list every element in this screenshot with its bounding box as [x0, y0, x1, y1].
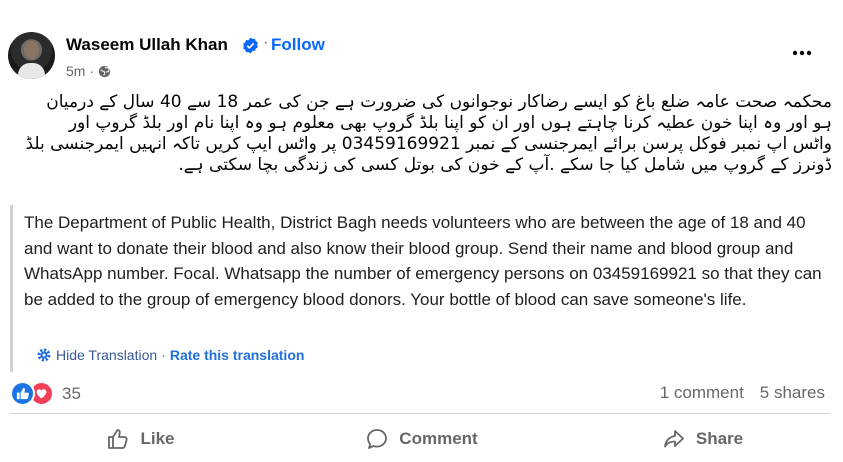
share-label: Share	[695, 429, 744, 448]
reaction-count[interactable]: 35	[62, 384, 81, 404]
like-button[interactable]: Like	[0, 420, 281, 458]
urdu-line: محکمہ صحت عامہ ضلع باغ کو ایسے رضاکار نو…	[46, 92, 832, 112]
divider	[10, 413, 830, 414]
post-text-urdu: محکمہ صحت عامہ ضلع باغ کو ایسے رضاکار نو…	[14, 92, 832, 176]
urdu-line: ہو اور وہ اپنا خون عطیہ کرنا چاہتے ہوں ا…	[68, 113, 832, 133]
post-stats: 1 comment 5 shares	[660, 383, 825, 403]
author-avatar[interactable]	[8, 32, 55, 79]
urdu-line: واٹس اپ نمبر فوکل پرسن برائے ایمرجنسی کے…	[25, 134, 832, 154]
share-button[interactable]: Share	[562, 420, 843, 458]
post-time[interactable]: 5m ·	[66, 63, 94, 79]
thumbs-up-icon	[108, 429, 129, 449]
action-bar: Like Comment Share	[0, 420, 843, 458]
share-icon	[663, 430, 684, 448]
comment-button[interactable]: Comment	[281, 420, 562, 458]
share-count[interactable]: 5 shares	[760, 383, 825, 403]
link-separator: ·	[161, 347, 166, 363]
gear-icon[interactable]	[36, 347, 52, 363]
comment-count[interactable]: 1 comment	[660, 383, 744, 403]
author-name[interactable]: Waseem Ullah Khan	[66, 35, 228, 55]
translation-text: The Department of Public Health, Distric…	[24, 213, 822, 309]
post-meta: 5m ·	[66, 63, 111, 79]
comment-icon	[367, 429, 388, 449]
urdu-line: ڈونرز کے گروپ میں شامل کیا جا سکے .آپ کے…	[178, 155, 832, 175]
globe-icon[interactable]	[98, 65, 111, 78]
more-options-icon[interactable]	[790, 44, 814, 62]
comment-label: Comment	[399, 429, 478, 448]
reaction-summary[interactable]: 35	[10, 381, 81, 406]
follow-button[interactable]: Follow	[271, 35, 325, 55]
translation-links: Hide Translation · Rate this translation	[36, 347, 304, 363]
rate-translation-link[interactable]: Rate this translation	[170, 347, 305, 363]
name-follow-separator: ·	[263, 34, 269, 51]
hide-translation-link[interactable]: Hide Translation	[56, 347, 157, 363]
like-label: Like	[140, 429, 175, 448]
verified-badge-icon	[243, 37, 258, 54]
like-reaction-icon	[10, 381, 35, 406]
